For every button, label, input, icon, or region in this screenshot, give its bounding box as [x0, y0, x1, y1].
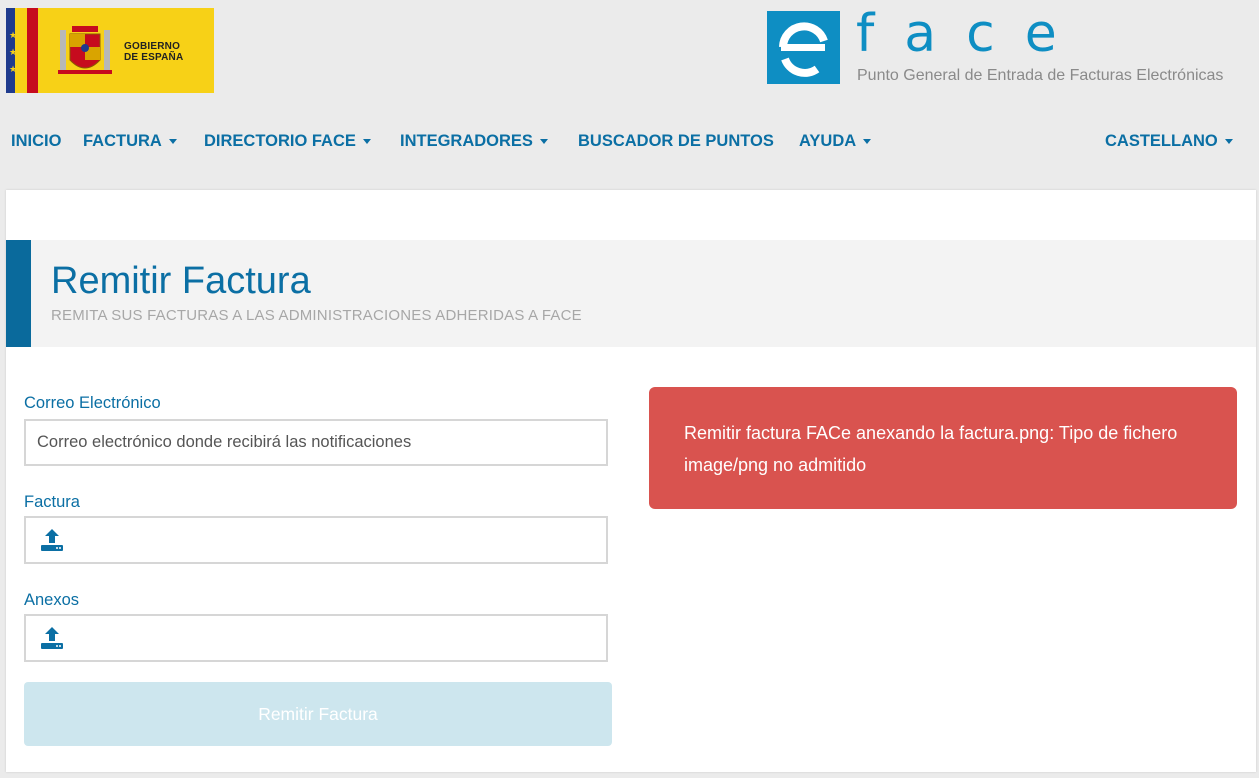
nav-item-factura[interactable]: FACTURA [83, 132, 177, 151]
upload-icon [41, 529, 63, 551]
nav-item-label: FACTURA [83, 132, 162, 150]
nav-item-label: INICIO [11, 132, 62, 150]
face-e-icon [779, 22, 828, 77]
nav-item-integradores[interactable]: INTEGRADORES [400, 132, 548, 151]
gov-logo-line1: GOBIERNO [124, 41, 181, 52]
gov-logo-text: GOBIERNO DE ESPAÑA [124, 41, 183, 63]
main-card: Remitir Factura REMITA SUS FACTURAS A LA… [6, 190, 1256, 772]
caret-down-icon [539, 139, 548, 145]
nav-item-label: BUSCADOR DE PUNTOS [578, 132, 774, 150]
caret-down-icon [168, 139, 177, 145]
email-field-wrapper [24, 419, 608, 466]
submit-invoice-button[interactable]: Remitir Factura [24, 682, 612, 746]
invoice-upload-field[interactable] [24, 516, 608, 564]
spain-flag-red-stripe [27, 8, 38, 93]
eu-stars-icon: ★ ★ ★ [9, 31, 18, 75]
upload-icon [41, 627, 63, 649]
page-header: Remitir Factura REMITA SUS FACTURAS A LA… [6, 240, 1256, 347]
face-logo-icon[interactable] [767, 11, 840, 84]
main-nav: INICIO FACTURA DIRECTORIO FACE INTEGRADO… [0, 128, 1259, 154]
caret-down-icon [1224, 139, 1233, 145]
error-alert: Remitir factura FACe anexando la factura… [649, 387, 1237, 509]
coat-of-arms-icon [58, 26, 112, 74]
gov-logo-line2: DE ESPAÑA [124, 52, 184, 63]
caret-down-icon [863, 139, 872, 145]
nav-item-inicio[interactable]: INICIO [11, 132, 61, 151]
attachments-label: Anexos [24, 591, 80, 609]
nav-item-label: INTEGRADORES [400, 132, 533, 150]
gobierno-de-espana-logo[interactable]: ★ ★ ★ GOBIERNO DE ESPAÑA [6, 8, 214, 93]
nav-item-label: DIRECTORIO FACE [204, 132, 356, 150]
email-label: Correo Electrónico [24, 394, 161, 412]
nav-item-label: AYUDA [799, 132, 857, 150]
language-selector[interactable]: CASTELLANO [1105, 132, 1233, 151]
page-subtitle: REMITA SUS FACTURAS A LAS ADMINISTRACION… [51, 307, 582, 324]
email-field[interactable] [26, 421, 606, 464]
caret-down-icon [362, 139, 371, 145]
title-accent-bar [6, 240, 31, 347]
face-subtitle: Punto General de Entrada de Facturas Ele… [857, 67, 1224, 84]
nav-item-ayuda[interactable]: AYUDA [799, 132, 872, 151]
nav-item-directorio-face[interactable]: DIRECTORIO FACE [204, 132, 371, 151]
page-title: Remitir Factura [51, 260, 311, 302]
invoice-label: Factura [24, 493, 80, 511]
language-label: CASTELLANO [1105, 132, 1218, 150]
face-wordmark: face [856, 4, 1087, 64]
attachments-upload-field[interactable] [24, 614, 608, 662]
error-alert-message: Remitir factura FACe anexando la factura… [684, 423, 1178, 475]
nav-item-buscador-de-puntos[interactable]: BUSCADOR DE PUNTOS [578, 132, 774, 151]
